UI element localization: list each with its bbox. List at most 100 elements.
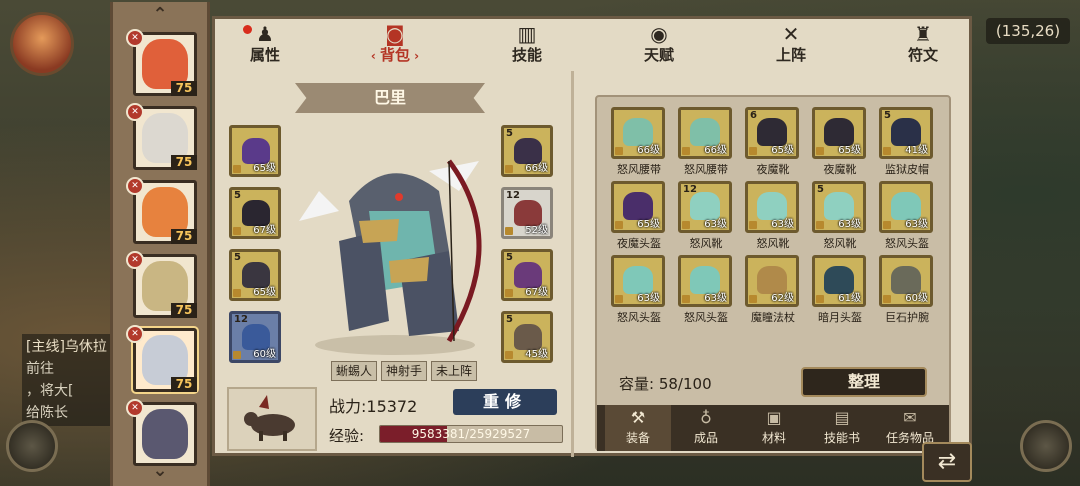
item-name: 怒风腰带 [617,163,661,176]
tab-1[interactable]: ◙背包 [355,23,435,67]
equipment-slot[interactable]: 12 60级 [229,311,281,363]
hero-level: 75 [171,303,197,318]
category-tab[interactable]: ▣ 材料 [741,405,807,451]
category-tab[interactable]: ⚒ 装备 [605,405,671,451]
item-level: 66级 [525,163,548,174]
item-level: 62级 [771,293,794,304]
mount-beast-icon [244,395,295,441]
roster-up-arrow-icon[interactable]: ⌃ [113,4,207,25]
inventory-item[interactable]: 63级 怒风头盔 [674,255,738,327]
hero-card[interactable]: ✕ 75 [126,325,197,392]
sword-icon: ✕ [126,325,144,343]
material-icon: ▣ [766,408,782,427]
item-slot: 12 63级 [678,181,732,233]
item-slot: 66级 [678,107,732,159]
rune-icon: ♜ [914,22,932,46]
tab-5[interactable]: ♜ 符文 [883,23,963,67]
tab-4[interactable]: ✕ 上阵 [751,23,831,67]
lock-icon [682,147,690,155]
inventory-grid[interactable]: 66级 怒风腰带 66级 怒风腰带 6 65级 夜魔靴 65级 夜魔靴 5 41级 监狱皮帽 65级 夜魔… [607,107,943,357]
lock-icon [233,289,241,297]
tab-label: 符文 [907,46,938,64]
tab-0[interactable]: ♟ 属性 [225,23,305,67]
equipment-slot[interactable]: 5 67级 [229,187,281,239]
equipment-slot[interactable]: 65级 [229,125,281,177]
hero-card[interactable]: ✕ [126,399,197,466]
swap-arrows-icon[interactable]: ⇄ [922,442,972,482]
inventory-item[interactable]: 66级怒风腰带 [607,107,671,179]
inventory-item[interactable]: 63级 怒风头盔 [875,181,939,253]
item-level: 45级 [525,349,548,360]
item-level: 63级 [771,219,794,230]
inventory-item[interactable]: 63级 怒风头盔 [607,255,671,327]
hero-level: 75 [171,377,197,392]
tab-3[interactable]: ◉ 天赋 [619,23,699,67]
item-slot: 63级 [611,255,665,307]
item-level: 66级 [704,145,727,156]
item-level: 61级 [838,293,861,304]
bottom-left-menu-button[interactable] [6,420,58,472]
inventory-item[interactable]: 65级夜魔头盔 [607,181,671,253]
exp-bar: 9583381/25929527 [379,425,563,443]
quest-line: ，将大[ [26,383,74,399]
lock-icon [816,147,824,155]
inventory-item[interactable]: 6 65级 夜魔靴 [741,107,805,179]
hero-card[interactable]: ✕ 75 [126,177,197,244]
hero-card[interactable]: ✕ 75 [126,29,197,96]
inventory-category-bar: ⚒ 装备 ♁ 成品 ▣ 材料 ▤ 技能书 ✉ 任务物品 [597,405,949,451]
capacity-label: 容量: [619,375,655,393]
sort-button[interactable]: 整理 [801,367,927,397]
hero-card[interactable]: ✕ 75 [126,251,197,318]
inventory-item[interactable]: 62级 魔瞳法杖 [741,255,805,327]
item-level: 65级 [253,163,276,174]
lock-icon [682,221,690,229]
item-slot: 66级 [611,107,665,159]
item-level: 63级 [637,293,660,304]
tab-label: 天赋 [643,46,674,64]
hero-tag: 未上阵 [431,361,478,381]
item-name: 夜魔靴 [823,163,857,176]
item-name: 夜魔头盔 [617,237,661,250]
lock-icon [682,295,690,303]
item-count: 6 [750,110,757,121]
inventory-item[interactable]: 66级怒风腰带 [674,107,738,179]
inventory-item[interactable]: 12 63级 怒风靴 [674,181,738,253]
inventory-item[interactable]: 61级 暗月头盔 [808,255,872,327]
item-slot: 5 63级 [812,181,866,233]
tab-2[interactable]: ▥ 技能 [487,23,567,67]
tab-label: 技能 [511,46,542,64]
quest-tracker[interactable]: [主线]乌休拉 前往 ，将大[ 给陈长 [22,334,118,426]
hero-card[interactable]: ✕ 75 [126,103,197,170]
inventory-item[interactable]: 65级 夜魔靴 [808,107,872,179]
item-name: 怒风腰带 [684,163,728,176]
item-count: 12 [234,314,248,325]
bottom-right-menu-button[interactable] [1020,420,1072,472]
inventory-item[interactable]: 63级 怒风靴 [741,181,805,253]
item-level: 63级 [704,219,727,230]
hero-level: 75 [171,155,197,170]
equipment-slot[interactable]: 5 65级 [229,249,281,301]
category-label: 材料 [761,431,786,445]
rebuild-button[interactable]: 重修 [453,389,557,415]
hero-portrait-art [299,159,482,355]
inventory-item[interactable]: 60级 巨石护腕 [875,255,939,327]
mount-slot[interactable] [227,387,317,451]
category-tab[interactable]: ♁ 成品 [673,405,739,451]
item-count: 5 [234,190,241,201]
inventory-capacity: 容量: 58/100 [619,373,712,394]
roster-down-arrow-icon[interactable]: ⌄ [113,460,207,481]
item-name: 怒风头盔 [885,237,929,250]
product-bag-icon: ♁ [700,408,712,427]
category-tab[interactable]: ▤ 技能书 [809,405,875,451]
category-label: 技能书 [823,431,860,445]
lock-icon [233,227,241,235]
inventory-item[interactable]: 5 41级 监狱皮帽 [875,107,939,179]
hero-roster[interactable]: ⌃ ✕ 75 ✕ 75 ✕ 75 ✕ 75 ✕ 75 ✕ ⌄ [110,2,210,486]
item-level: 65级 [253,287,276,298]
item-count: 5 [817,184,824,195]
lock-icon [749,147,757,155]
tab-bar: ♟属性 ◙背包 ▥技能 ◉天赋 ✕上阵 ♜符文 [215,19,969,67]
item-level: 65级 [637,219,660,230]
inventory-item[interactable]: 5 63级 怒风靴 [808,181,872,253]
player-avatar[interactable] [10,12,74,76]
